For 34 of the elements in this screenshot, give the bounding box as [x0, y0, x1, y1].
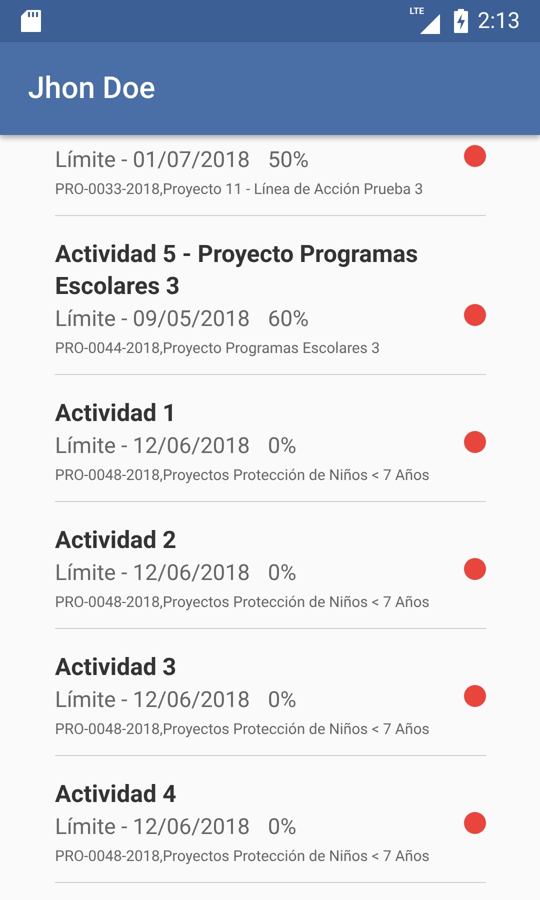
- activity-title: Actividad 4: [55, 779, 178, 810]
- due-date: Límite - 01/07/2018: [55, 146, 250, 174]
- project-name: PRO-0044-2018,Proyecto Programas Escolares 3: [55, 338, 381, 359]
- project-name: PRO-0048-2018,Proyectos Protección de Niños < 7 Años: [55, 465, 431, 486]
- activity-item[interactable]: Actividad 4 Límite - 12/06/2018 0% PRO-0048-2018,Proyectos Protección de Niños < 7 Años: [55, 756, 486, 883]
- progress-percent: 50%: [268, 146, 309, 174]
- due-date: Límite - 12/06/2018: [55, 432, 250, 460]
- activity-title: Actividad 3: [55, 652, 178, 683]
- network-type: LTE: [410, 8, 424, 17]
- activity-title: Actividad 2: [55, 525, 178, 556]
- progress-percent: 0%: [268, 432, 296, 460]
- progress-percent: 0%: [268, 560, 296, 588]
- progress-percent: 0%: [268, 686, 296, 714]
- activity-item[interactable]: Actividad 2 Límite - 12/06/2018 0% PRO-0048-2018,Proyectos Protección de Niños < 7 Años: [55, 502, 486, 629]
- activity-item[interactable]: Actividad 3 Límite - 12/06/2018 0% PRO-0048-2018,Proyectos Protección de Niños < 7 Años: [55, 629, 486, 756]
- activity-item[interactable]: Actividad 1 Límite - 12/06/2018 0% PRO-0048-2018,Proyectos Protección de Niños < 7 Años: [55, 375, 486, 502]
- activity-item[interactable]: Actividad 5 - Proyecto Programas Escolares 3 Límite - 09/05/2018 60% PRO-0044-2018,Proyecto Programas Escolares 3: [55, 216, 486, 375]
- due-date: Límite - 12/06/2018: [55, 686, 250, 714]
- activity-title: Actividad 5 - Proyecto Programas Escolares 3: [55, 239, 419, 302]
- activity-item[interactable]: Límite - 01/07/2018 50% PRO-0033-2018,Proyecto 11 - Línea de Acción Prueba 3: [55, 135, 486, 216]
- project-name: PRO-0048-2018,Proyectos Protección de Niños < 7 Años: [55, 592, 431, 613]
- project-name: PRO-0048-2018,Proyectos Protección de Niños < 7 Años: [55, 719, 431, 740]
- due-date: Límite - 09/05/2018: [55, 306, 250, 334]
- progress-percent: 60%: [268, 306, 309, 334]
- due-date: Límite - 12/06/2018: [55, 814, 250, 842]
- battery-icon: [454, 9, 468, 33]
- sd-card-icon: [20, 9, 42, 33]
- project-name: PRO-0048-2018,Proyectos Protección de Niños < 7 Años: [55, 846, 431, 867]
- due-date: Límite - 12/06/2018: [55, 560, 250, 588]
- progress-percent: 0%: [268, 814, 296, 842]
- app-title: Jhon Doe: [28, 70, 156, 108]
- clock: 2:13: [478, 8, 520, 36]
- project-name: PRO-0033-2018,Proyecto 11 - Línea de Acción Prueba 3: [55, 179, 424, 200]
- activity-title: Actividad 1: [55, 398, 178, 429]
